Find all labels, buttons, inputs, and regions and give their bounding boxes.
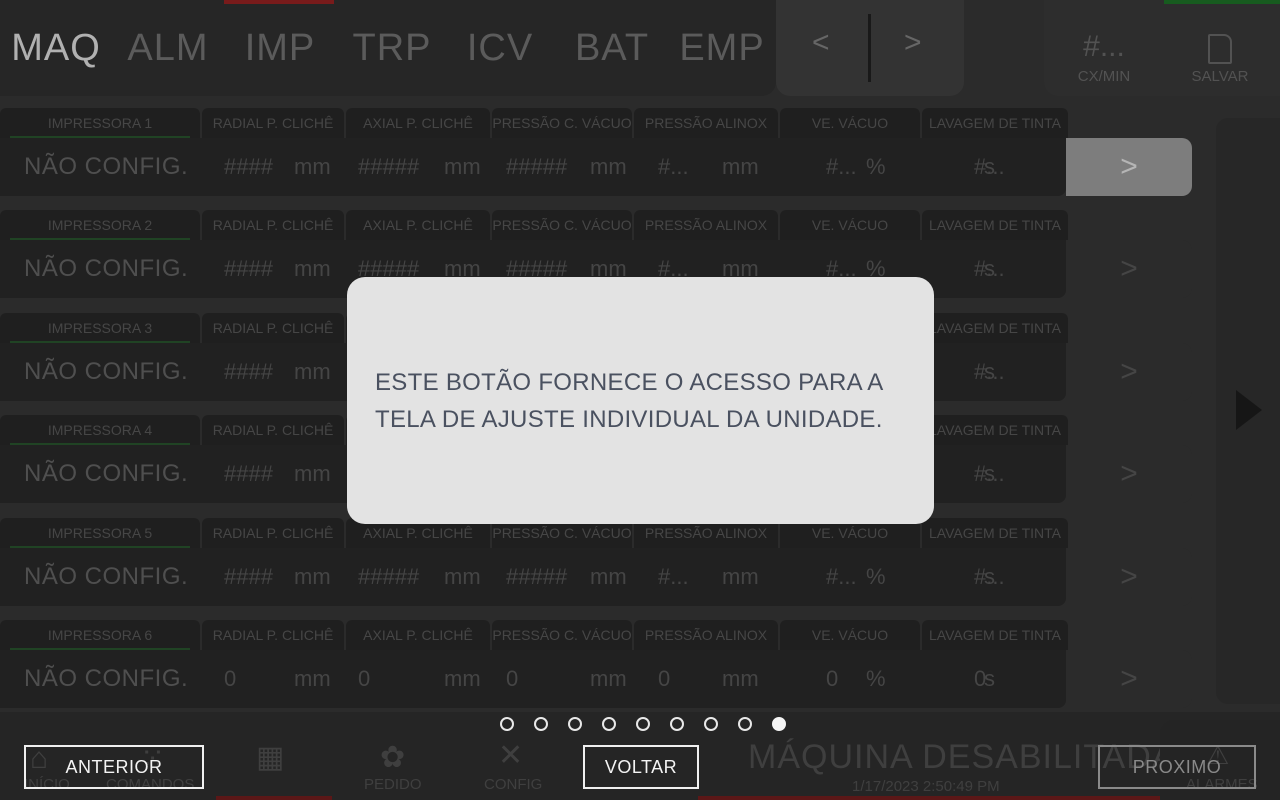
step-dot[interactable]	[534, 717, 548, 731]
step-dot[interactable]	[602, 717, 616, 731]
step-dot[interactable]	[704, 717, 718, 731]
tutorial-step-indicator	[500, 717, 786, 731]
tutorial-tooltip: ESTE BOTÃO FORNECE O ACESSO PARA A TELA …	[347, 277, 934, 524]
step-dot[interactable]	[772, 717, 786, 731]
back-button[interactable]: VOLTAR	[583, 745, 699, 789]
step-dot[interactable]	[670, 717, 684, 731]
app-screen: MAQ ALM IMP TRP ICV BAT EMP < > #... CX/…	[0, 0, 1280, 800]
previous-button[interactable]: ANTERIOR	[24, 745, 204, 789]
next-button[interactable]: PROXIMO	[1098, 745, 1256, 789]
tutorial-message: ESTE BOTÃO FORNECE O ACESSO PARA A TELA …	[375, 368, 883, 433]
step-dot[interactable]	[738, 717, 752, 731]
step-dot[interactable]	[636, 717, 650, 731]
step-dot[interactable]	[500, 717, 514, 731]
step-dot[interactable]	[568, 717, 582, 731]
